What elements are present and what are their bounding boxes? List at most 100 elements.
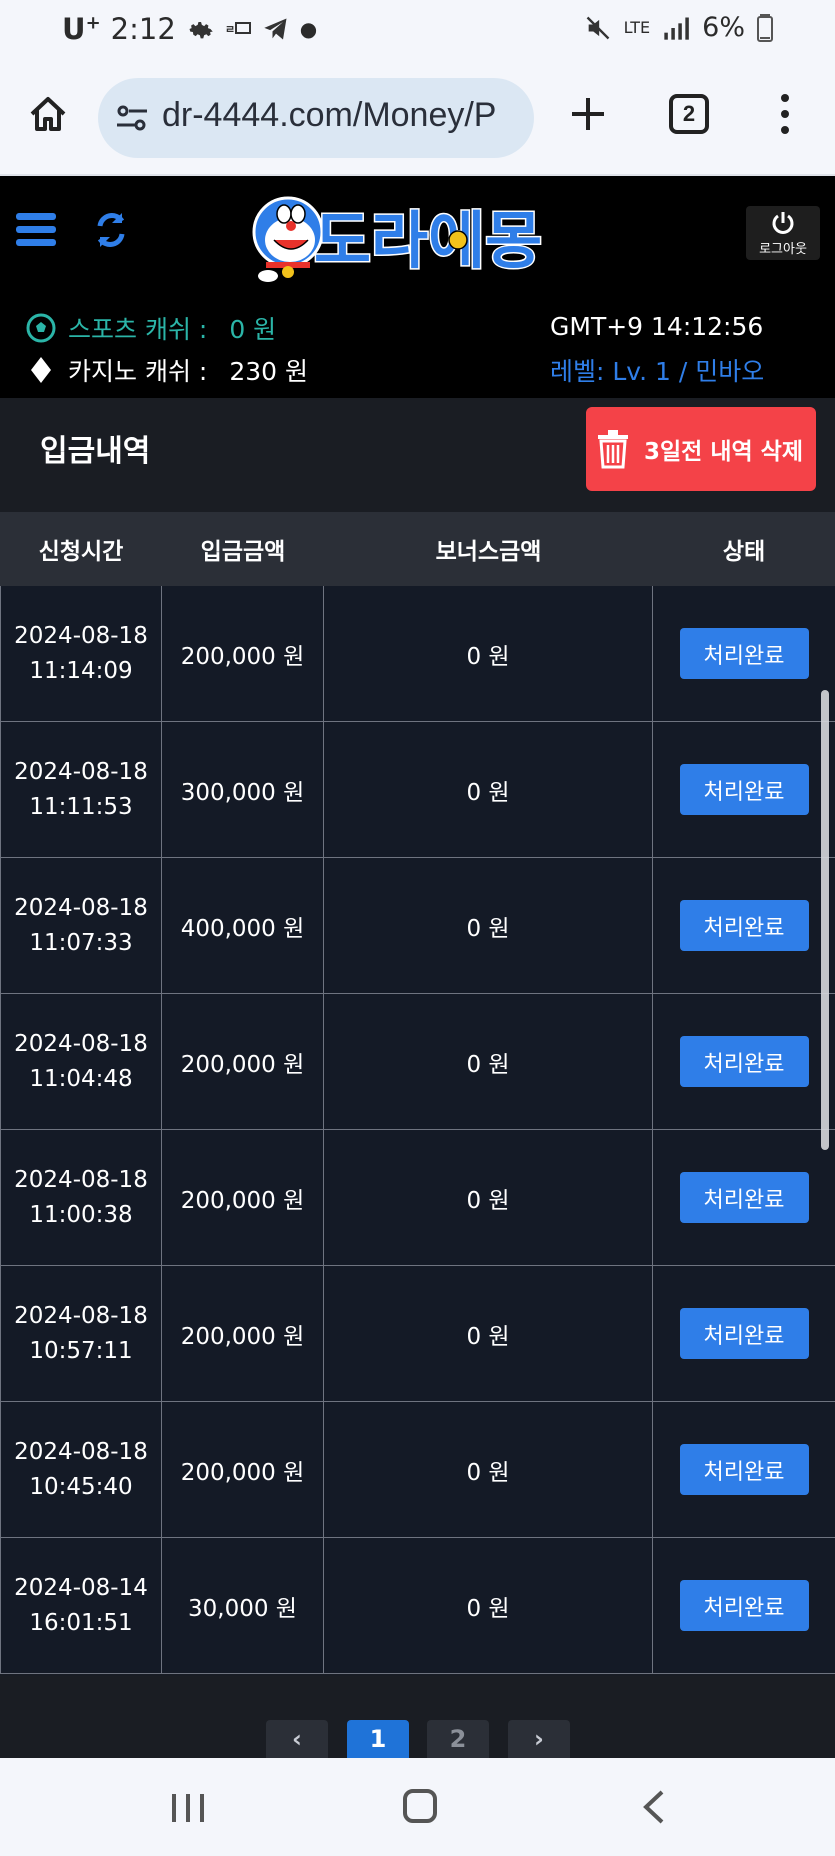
column-header-request-time: 신청시간 xyxy=(38,539,124,565)
request-date: 2024-08-14 xyxy=(14,1574,148,1601)
bonus-cell: 0 원 xyxy=(324,858,653,993)
site-header: 도라에몽 로그아웃 스포츠 캐쉬 : 0 원 카지노 캐쉬 : 230 원 GM… xyxy=(0,176,835,398)
status-badge[interactable]: 처리완료 xyxy=(679,1444,809,1495)
home-icon[interactable] xyxy=(28,94,68,134)
request-time: 11:04:48 xyxy=(29,1065,133,1092)
svg-text:ㄹ: ㄹ xyxy=(225,23,235,36)
status-cell: 처리완료 xyxy=(653,1130,835,1265)
telegram-icon xyxy=(264,18,287,40)
site-logo[interactable]: 도라에몽 xyxy=(250,188,590,284)
request-time-cell: 2024-08-18 11:04:48 xyxy=(0,994,162,1129)
status-badge[interactable]: 처리완료 xyxy=(679,1308,809,1359)
status-cell: 처리완료 xyxy=(653,586,835,721)
hamburger-menu-icon[interactable] xyxy=(16,210,56,250)
trash-icon xyxy=(598,430,628,469)
status-badge[interactable]: 처리완료 xyxy=(679,1036,809,1087)
battery-icon xyxy=(757,13,773,42)
request-time-cell: 2024-08-18 11:00:38 xyxy=(0,1130,162,1265)
request-time-cell: 2024-08-18 10:45:40 xyxy=(0,1402,162,1537)
refresh-icon[interactable] xyxy=(92,210,130,250)
request-time: 10:45:40 xyxy=(29,1473,133,1500)
bonus-cell: 0 원 xyxy=(324,994,653,1129)
request-date: 2024-08-18 xyxy=(14,894,148,921)
status-time: 2:12 xyxy=(110,12,176,46)
request-time: 11:14:09 xyxy=(29,657,133,684)
url-text: dr-4444.com/Money/P xyxy=(162,96,497,134)
app-badge-icon: ㄹ xyxy=(225,22,251,36)
status-cell: 처리완료 xyxy=(653,1266,835,1401)
status-cell: 처리완료 xyxy=(653,994,835,1129)
logout-label: 로그아웃 xyxy=(759,242,807,257)
logo-text: 도라에몽 xyxy=(314,204,542,277)
delete-history-button[interactable]: 3일전 내역 삭제 xyxy=(586,407,816,491)
table-row: 2024-08-18 11:14:09 200,000 원 0 원 처리완료 xyxy=(0,586,835,722)
page-1-button[interactable]: 1 xyxy=(347,1720,409,1758)
request-date: 2024-08-18 xyxy=(14,622,148,649)
table-row: 2024-08-18 11:04:48 200,000 원 0 원 처리완료 xyxy=(0,994,835,1130)
tab-switcher-button[interactable]: 2 xyxy=(669,94,709,134)
column-header-amount: 입금금액 xyxy=(200,539,286,565)
status-badge[interactable]: 처리완료 xyxy=(679,900,809,951)
next-page-button[interactable]: › xyxy=(508,1720,570,1758)
table-row: 2024-08-18 11:07:33 400,000 원 0 원 처리완료 xyxy=(0,858,835,994)
casino-cash-label: 카지노 캐쉬 : xyxy=(68,357,208,386)
bonus-cell: 0 원 xyxy=(324,1130,653,1265)
status-cell: 처리완료 xyxy=(653,1538,835,1673)
back-icon[interactable] xyxy=(638,1788,668,1826)
bonus-cell: 0 원 xyxy=(324,1402,653,1537)
table-row: 2024-08-18 10:45:40 200,000 원 0 원 처리완료 xyxy=(0,1402,835,1538)
status-cell: 처리완료 xyxy=(653,1402,835,1537)
request-time: 16:01:51 xyxy=(29,1609,133,1636)
logout-button[interactable]: 로그아웃 xyxy=(746,206,820,260)
status-badge[interactable]: 처리완료 xyxy=(679,1580,809,1631)
status-right: LTE 6% xyxy=(584,12,773,43)
bonus-cell: 0 원 xyxy=(324,722,653,857)
amount-cell: 200,000 원 xyxy=(162,586,324,721)
amount-cell: 200,000 원 xyxy=(162,1130,324,1265)
signal-icon xyxy=(664,17,689,40)
home-nav-icon[interactable] xyxy=(402,1788,438,1824)
page-scrollbar[interactable] xyxy=(821,690,829,1150)
status-cell: 처리완료 xyxy=(653,722,835,857)
status-cell: 처리완료 xyxy=(653,858,835,993)
system-navigation-bar xyxy=(0,1758,835,1856)
request-time-cell: 2024-08-18 11:07:33 xyxy=(0,858,162,993)
dot-indicator: ● xyxy=(299,17,318,41)
status-badge[interactable]: 처리완료 xyxy=(679,1172,809,1223)
request-time-cell: 2024-08-18 11:11:53 xyxy=(0,722,162,857)
recent-apps-icon[interactable] xyxy=(168,1790,208,1826)
site-settings-icon[interactable] xyxy=(114,100,150,136)
user-level[interactable]: 레벨: Lv. 1 / 민바오 xyxy=(550,352,764,388)
amount-cell: 200,000 원 xyxy=(162,994,324,1129)
bonus-cell: 0 원 xyxy=(324,586,653,721)
request-time: 11:07:33 xyxy=(29,929,133,956)
mute-icon xyxy=(586,16,609,39)
table-row: 2024-08-18 11:00:38 200,000 원 0 원 처리완료 xyxy=(0,1130,835,1266)
diamond-icon xyxy=(31,357,51,383)
delete-history-label: 3일전 내역 삭제 xyxy=(644,439,803,465)
request-time-cell: 2024-08-18 11:14:09 xyxy=(0,586,162,721)
status-badge[interactable]: 처리완료 xyxy=(679,628,809,679)
request-date: 2024-08-18 xyxy=(14,758,148,785)
new-tab-icon[interactable] xyxy=(566,92,610,136)
server-clock: GMT+9 14:12:56 xyxy=(550,312,764,341)
screen: U+ 2:12 ㄹ ● LTE 6% dr-4444.com/Money/P 2 xyxy=(0,0,835,1856)
request-date: 2024-08-18 xyxy=(14,1438,148,1465)
status-left: U+ 2:12 ㄹ ● xyxy=(62,12,317,46)
pagination: ‹ 1 2 › xyxy=(0,1676,835,1758)
casino-cash-value: 230 원 xyxy=(229,357,308,386)
sports-cash-label: 스포츠 캐쉬 : xyxy=(68,315,208,344)
amount-cell: 200,000 원 xyxy=(162,1402,324,1537)
request-time: 10:57:11 xyxy=(29,1337,133,1364)
bonus-cell: 0 원 xyxy=(324,1266,653,1401)
more-menu-icon[interactable] xyxy=(775,92,795,136)
address-bar[interactable]: dr-4444.com/Money/P xyxy=(98,78,534,158)
request-time-cell: 2024-08-18 10:57:11 xyxy=(0,1266,162,1401)
request-date: 2024-08-18 xyxy=(14,1166,148,1193)
page-2-button[interactable]: 2 xyxy=(427,1720,489,1758)
status-bar: U+ 2:12 ㄹ ● LTE 6% xyxy=(0,0,835,62)
prev-page-button[interactable]: ‹ xyxy=(266,1720,328,1758)
table-row: 2024-08-18 10:57:11 200,000 원 0 원 처리완료 xyxy=(0,1266,835,1402)
status-badge[interactable]: 처리완료 xyxy=(679,764,809,815)
sports-cash-row: 스포츠 캐쉬 : 0 원 xyxy=(26,310,276,346)
